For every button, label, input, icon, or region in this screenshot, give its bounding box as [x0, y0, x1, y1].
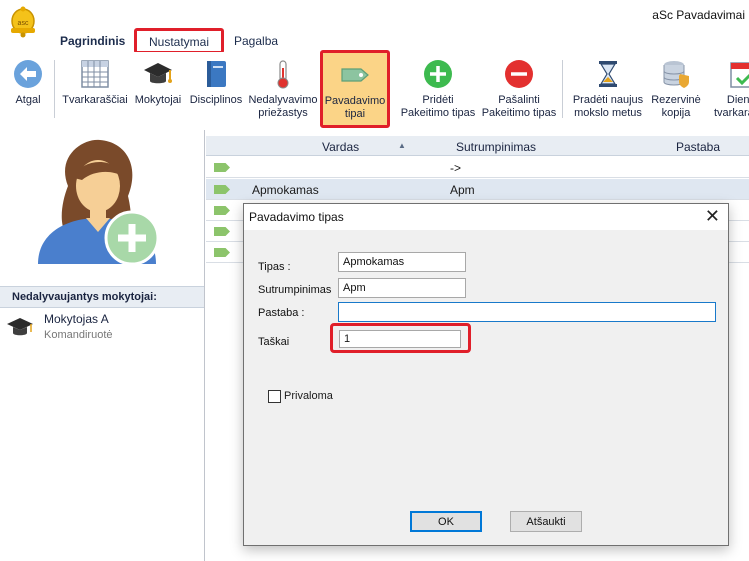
- type-label: Tipas :: [258, 261, 291, 273]
- minus-circle-icon: [505, 60, 533, 88]
- tab-settings[interactable]: Nustatymai: [134, 28, 224, 54]
- subjects-label: Disciplinos: [189, 94, 243, 106]
- plus-circle-icon: [424, 60, 452, 88]
- abbreviation-label: Sutrumpinimas: [258, 284, 332, 296]
- row-name: Apmokamas: [252, 183, 319, 197]
- points-label: Taškai: [258, 336, 290, 348]
- back-label: Atgal: [15, 94, 41, 106]
- abbreviation-field[interactable]: Apm: [338, 278, 466, 298]
- tag-icon: [214, 163, 230, 172]
- table-row[interactable]: ->: [206, 157, 749, 178]
- absent-teacher-name: Mokytojas A: [44, 312, 109, 326]
- row-abbr: Apm: [450, 183, 475, 197]
- teachers-button[interactable]: Mokytojai: [130, 58, 186, 107]
- daily-timetables-button[interactable]: Dienos tvarkaraščiai: [714, 58, 749, 120]
- book-icon: [207, 61, 226, 87]
- calendar-check-icon: [730, 62, 749, 88]
- graduation-cap-icon: [7, 318, 33, 336]
- ribbon-separator: [54, 60, 55, 118]
- substitution-types-label: Pavadavimo tipai: [324, 95, 386, 120]
- substitution-type-dialog: Pavadavimo tipas ✕ Tipas : Apmokamas Sut…: [243, 203, 729, 546]
- database-shield-icon: [663, 61, 689, 88]
- app-title: aSc Pavadavimai: [652, 8, 745, 22]
- column-header-abbr[interactable]: Sutrumpinimas: [456, 140, 536, 154]
- absence-reasons-label: Nedalyvavimo priežastys: [248, 94, 318, 119]
- mandatory-checkbox[interactable]: [268, 390, 281, 403]
- remove-type-label: Pašalinti Pakeitimo tipas: [481, 94, 557, 119]
- points-field[interactable]: 1: [339, 330, 461, 348]
- timetables-button[interactable]: Tvarkaraščiai: [60, 58, 130, 107]
- timetables-label: Tvarkaraščiai: [62, 94, 128, 106]
- mandatory-label: Privaloma: [284, 390, 333, 402]
- backup-label: Rezervinė kopija: [651, 94, 701, 119]
- tab-main[interactable]: Pagrindinis: [60, 34, 125, 48]
- column-header-note[interactable]: Pastaba: [676, 140, 720, 154]
- column-header-name[interactable]: Vardas: [322, 140, 359, 154]
- left-panel: Nedalyvaujantys mokytojai: Mokytojas A K…: [0, 130, 205, 561]
- tag-icon: [214, 206, 230, 215]
- tag-icon: [214, 227, 230, 236]
- hourglass-icon: [599, 61, 617, 87]
- ribbon-separator: [562, 60, 563, 118]
- tag-icon: [214, 185, 230, 194]
- type-field[interactable]: Apmokamas: [338, 252, 466, 272]
- title-bar: asc aSc Pavadavimai: [0, 0, 749, 38]
- dialog-title-bar: Pavadavimo tipas ✕: [244, 204, 728, 230]
- thermometer-icon: [277, 60, 289, 89]
- row-abbr: ->: [450, 161, 462, 175]
- absence-reasons-button[interactable]: Nedalyvavimo priežastys: [246, 58, 320, 120]
- grid-header: Vardas ▲ Sutrumpinimas Pastaba: [206, 136, 749, 156]
- close-icon[interactable]: ✕: [705, 207, 720, 225]
- add-type-button[interactable]: Pridėti Pakeitimo tipas: [398, 58, 478, 120]
- add-type-label: Pridėti Pakeitimo tipas: [400, 94, 476, 119]
- teacher-add-avatar-icon: [38, 139, 160, 264]
- new-school-year-button[interactable]: Pradėti naujus mokslo metus: [566, 58, 650, 120]
- timetable-grid-icon: [81, 60, 109, 88]
- back-arrow-icon: [14, 60, 42, 88]
- back-button[interactable]: Atgal: [4, 58, 52, 107]
- note-label: Pastaba :: [258, 307, 305, 319]
- dialog-title: Pavadavimo tipas: [249, 210, 344, 224]
- substitution-types-button[interactable]: Pavadavimo tipai: [320, 50, 390, 128]
- sort-ascending-icon: ▲: [398, 141, 406, 150]
- note-field[interactable]: [338, 302, 716, 322]
- absent-teachers-header: Nedalyvaujantys mokytojai:: [0, 286, 204, 308]
- table-row[interactable]: Apmokamas Apm: [206, 179, 749, 200]
- points-highlight: 1: [330, 323, 471, 353]
- graduation-cap-icon: [144, 63, 172, 84]
- remove-type-button[interactable]: Pašalinti Pakeitimo tipas: [478, 58, 560, 120]
- absent-teacher-reason: Komandiruotė: [44, 329, 113, 341]
- daily-timetables-label: Dienos tvarkaraščiai: [714, 94, 749, 119]
- subjects-button[interactable]: Disciplinos: [186, 58, 246, 107]
- backup-button[interactable]: Rezervinė kopija: [648, 58, 704, 120]
- cancel-button[interactable]: Atšaukti: [510, 511, 582, 532]
- new-school-year-label: Pradėti naujus mokslo metus: [572, 94, 644, 119]
- tag-icon: [214, 248, 230, 257]
- teachers-label: Mokytojai: [134, 94, 182, 106]
- ribbon-toolbar: Atgal Tvarkaraščiai Mokytojai Disciplino…: [0, 50, 749, 130]
- tab-help[interactable]: Pagalba: [234, 34, 278, 48]
- menu-bar: Pagrindinis Nustatymai Pagalba: [0, 28, 749, 54]
- tag-icon: [341, 68, 369, 82]
- absent-teacher-item[interactable]: Mokytojas A Komandiruotė: [6, 312, 202, 346]
- svg-text:asc: asc: [18, 20, 29, 27]
- ok-button[interactable]: OK: [410, 511, 482, 532]
